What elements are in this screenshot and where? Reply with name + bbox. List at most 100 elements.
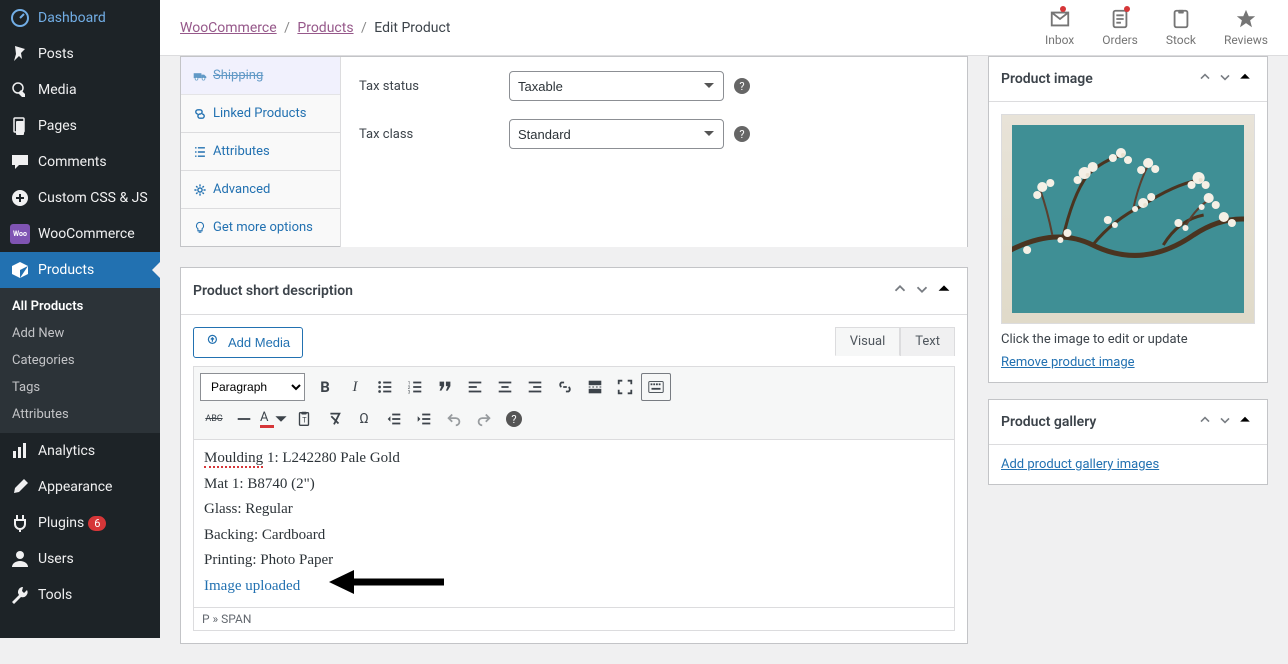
sidebar-item-analytics[interactable]: Analytics: [0, 433, 160, 469]
sidebar-item-comments[interactable]: Comments: [0, 144, 160, 180]
topbar-inbox[interactable]: Inbox: [1045, 8, 1074, 47]
text-color-button[interactable]: A: [260, 405, 288, 433]
bullet-list-button[interactable]: [371, 373, 399, 401]
product-image-hint: Click the image to edit or update: [1001, 332, 1255, 347]
help-icon[interactable]: ?: [734, 78, 750, 94]
blockquote-button[interactable]: [431, 373, 459, 401]
sidebar-item-woocommerce[interactable]: Woo WooCommerce: [0, 216, 160, 252]
toggle-icon[interactable]: [933, 278, 955, 304]
content-line-3: Glass: Regular: [204, 497, 944, 523]
format-select[interactable]: Paragraph: [200, 373, 305, 401]
gear-icon: [193, 183, 207, 197]
short-description-box: Product short description Add Media Visu…: [180, 267, 968, 644]
content-line-4: Backing: Cardboard: [204, 523, 944, 549]
numbered-list-button[interactable]: 123: [401, 373, 429, 401]
plus-circle-icon: [10, 188, 30, 208]
submenu-all-products[interactable]: All Products: [0, 293, 160, 320]
sidebar-item-pages[interactable]: Pages: [0, 108, 160, 144]
sidebar-label: Tools: [38, 587, 72, 603]
tax-status-label: Tax status: [359, 79, 509, 94]
sidebar-item-custom-css-js[interactable]: Custom CSS & JS: [0, 180, 160, 216]
sidebar-label: Pages: [38, 118, 77, 134]
sidebar-item-appearance[interactable]: Appearance: [0, 469, 160, 505]
product-gallery-title: Product gallery: [1001, 414, 1195, 430]
pd-tab-advanced[interactable]: Advanced: [181, 171, 340, 209]
pd-tab-attributes[interactable]: Attributes: [181, 133, 340, 171]
wysiwyg-content[interactable]: Moulding 1: L242280 Pale Gold Mat 1: B87…: [193, 440, 955, 608]
read-more-button[interactable]: [581, 373, 609, 401]
toggle-icon[interactable]: [1235, 67, 1255, 91]
tab-visual[interactable]: Visual: [835, 327, 901, 356]
breadcrumb: WooCommerce / Products / Edit Product: [180, 20, 450, 36]
pd-tab-shipping[interactable]: Shipping: [181, 57, 340, 95]
remove-product-image-link[interactable]: Remove product image: [1001, 355, 1135, 370]
product-image-inner: Click the image to edit or update Remove…: [989, 102, 1267, 382]
add-gallery-images-link[interactable]: Add product gallery images: [1001, 457, 1159, 472]
tax-status-select[interactable]: Taxable: [509, 71, 724, 101]
submenu-attributes[interactable]: Attributes: [0, 401, 160, 428]
sidebar-label: Posts: [38, 46, 74, 62]
sidebar-item-tools[interactable]: Tools: [0, 577, 160, 613]
strikethrough-button[interactable]: ABC: [200, 405, 228, 433]
main-right-column: Product image: [988, 56, 1268, 644]
sidebar-item-users[interactable]: Users: [0, 541, 160, 577]
special-char-button[interactable]: Ω: [350, 405, 378, 433]
content-line-6-link[interactable]: Image uploaded: [204, 578, 300, 594]
submenu-add-new[interactable]: Add New: [0, 320, 160, 347]
editor-status-path[interactable]: P » SPAN: [193, 608, 955, 631]
pd-tab-linked-products[interactable]: Linked Products: [181, 95, 340, 133]
product-image-header: Product image: [989, 57, 1267, 102]
editor-inner: Add Media Visual Text Paragraph B I 123: [181, 314, 967, 643]
undo-button[interactable]: [440, 405, 468, 433]
align-right-button[interactable]: [521, 373, 549, 401]
move-down-icon[interactable]: [1215, 67, 1235, 91]
breadcrumb-products[interactable]: Products: [297, 20, 353, 36]
product-data-content: Tax status Taxable ? Tax class Standard …: [341, 57, 967, 247]
topbar-icon-label: Orders: [1102, 33, 1138, 47]
sidebar-item-products[interactable]: Products: [0, 252, 160, 288]
content-line-1-rest: 1: L242280 Pale Gold: [263, 450, 400, 466]
toolbar-toggle-button[interactable]: [641, 373, 671, 401]
tax-class-select[interactable]: Standard: [509, 119, 724, 149]
insert-link-button[interactable]: [551, 373, 579, 401]
pd-tab-get-more-options[interactable]: Get more options: [181, 209, 340, 247]
align-center-button[interactable]: [491, 373, 519, 401]
help-icon[interactable]: ?: [734, 126, 750, 142]
paste-text-button[interactable]: T: [290, 405, 318, 433]
toggle-icon[interactable]: [1235, 410, 1255, 434]
product-gallery-inner: Add product gallery images: [989, 445, 1267, 484]
bold-button[interactable]: B: [311, 373, 339, 401]
topbar-stock[interactable]: Stock: [1166, 8, 1196, 47]
move-down-icon[interactable]: [1215, 410, 1235, 434]
main-left-column: Shipping Linked Products Attributes Adva…: [180, 56, 968, 644]
indent-button[interactable]: [410, 405, 438, 433]
align-left-button[interactable]: [461, 373, 489, 401]
submenu-tags[interactable]: Tags: [0, 374, 160, 401]
sidebar-item-dashboard[interactable]: Dashboard: [0, 0, 160, 36]
clear-formatting-button[interactable]: [320, 405, 348, 433]
sidebar-item-media[interactable]: Media: [0, 72, 160, 108]
topbar-orders[interactable]: Orders: [1102, 8, 1138, 47]
breadcrumb-woocommerce[interactable]: WooCommerce: [180, 20, 277, 36]
sidebar-label: Appearance: [38, 479, 112, 495]
add-media-button[interactable]: Add Media: [193, 327, 303, 358]
stock-icon: [1170, 8, 1192, 33]
tab-text[interactable]: Text: [900, 327, 955, 356]
sidebar-item-posts[interactable]: Posts: [0, 36, 160, 72]
move-up-icon[interactable]: [1195, 410, 1215, 434]
topbar-reviews[interactable]: Reviews: [1224, 8, 1268, 47]
product-image-thumbnail[interactable]: [1001, 114, 1255, 324]
help-button[interactable]: ?: [500, 405, 528, 433]
move-up-icon[interactable]: [889, 278, 911, 304]
sidebar-label: Comments: [38, 154, 107, 170]
product-gallery-header: Product gallery: [989, 400, 1267, 445]
italic-button[interactable]: I: [341, 373, 369, 401]
fullscreen-button[interactable]: [611, 373, 639, 401]
move-down-icon[interactable]: [911, 278, 933, 304]
outdent-button[interactable]: [380, 405, 408, 433]
sidebar-item-plugins[interactable]: Plugins 6: [0, 505, 160, 541]
redo-button[interactable]: [470, 405, 498, 433]
hr-button[interactable]: [230, 405, 258, 433]
move-up-icon[interactable]: [1195, 67, 1215, 91]
submenu-categories[interactable]: Categories: [0, 347, 160, 374]
